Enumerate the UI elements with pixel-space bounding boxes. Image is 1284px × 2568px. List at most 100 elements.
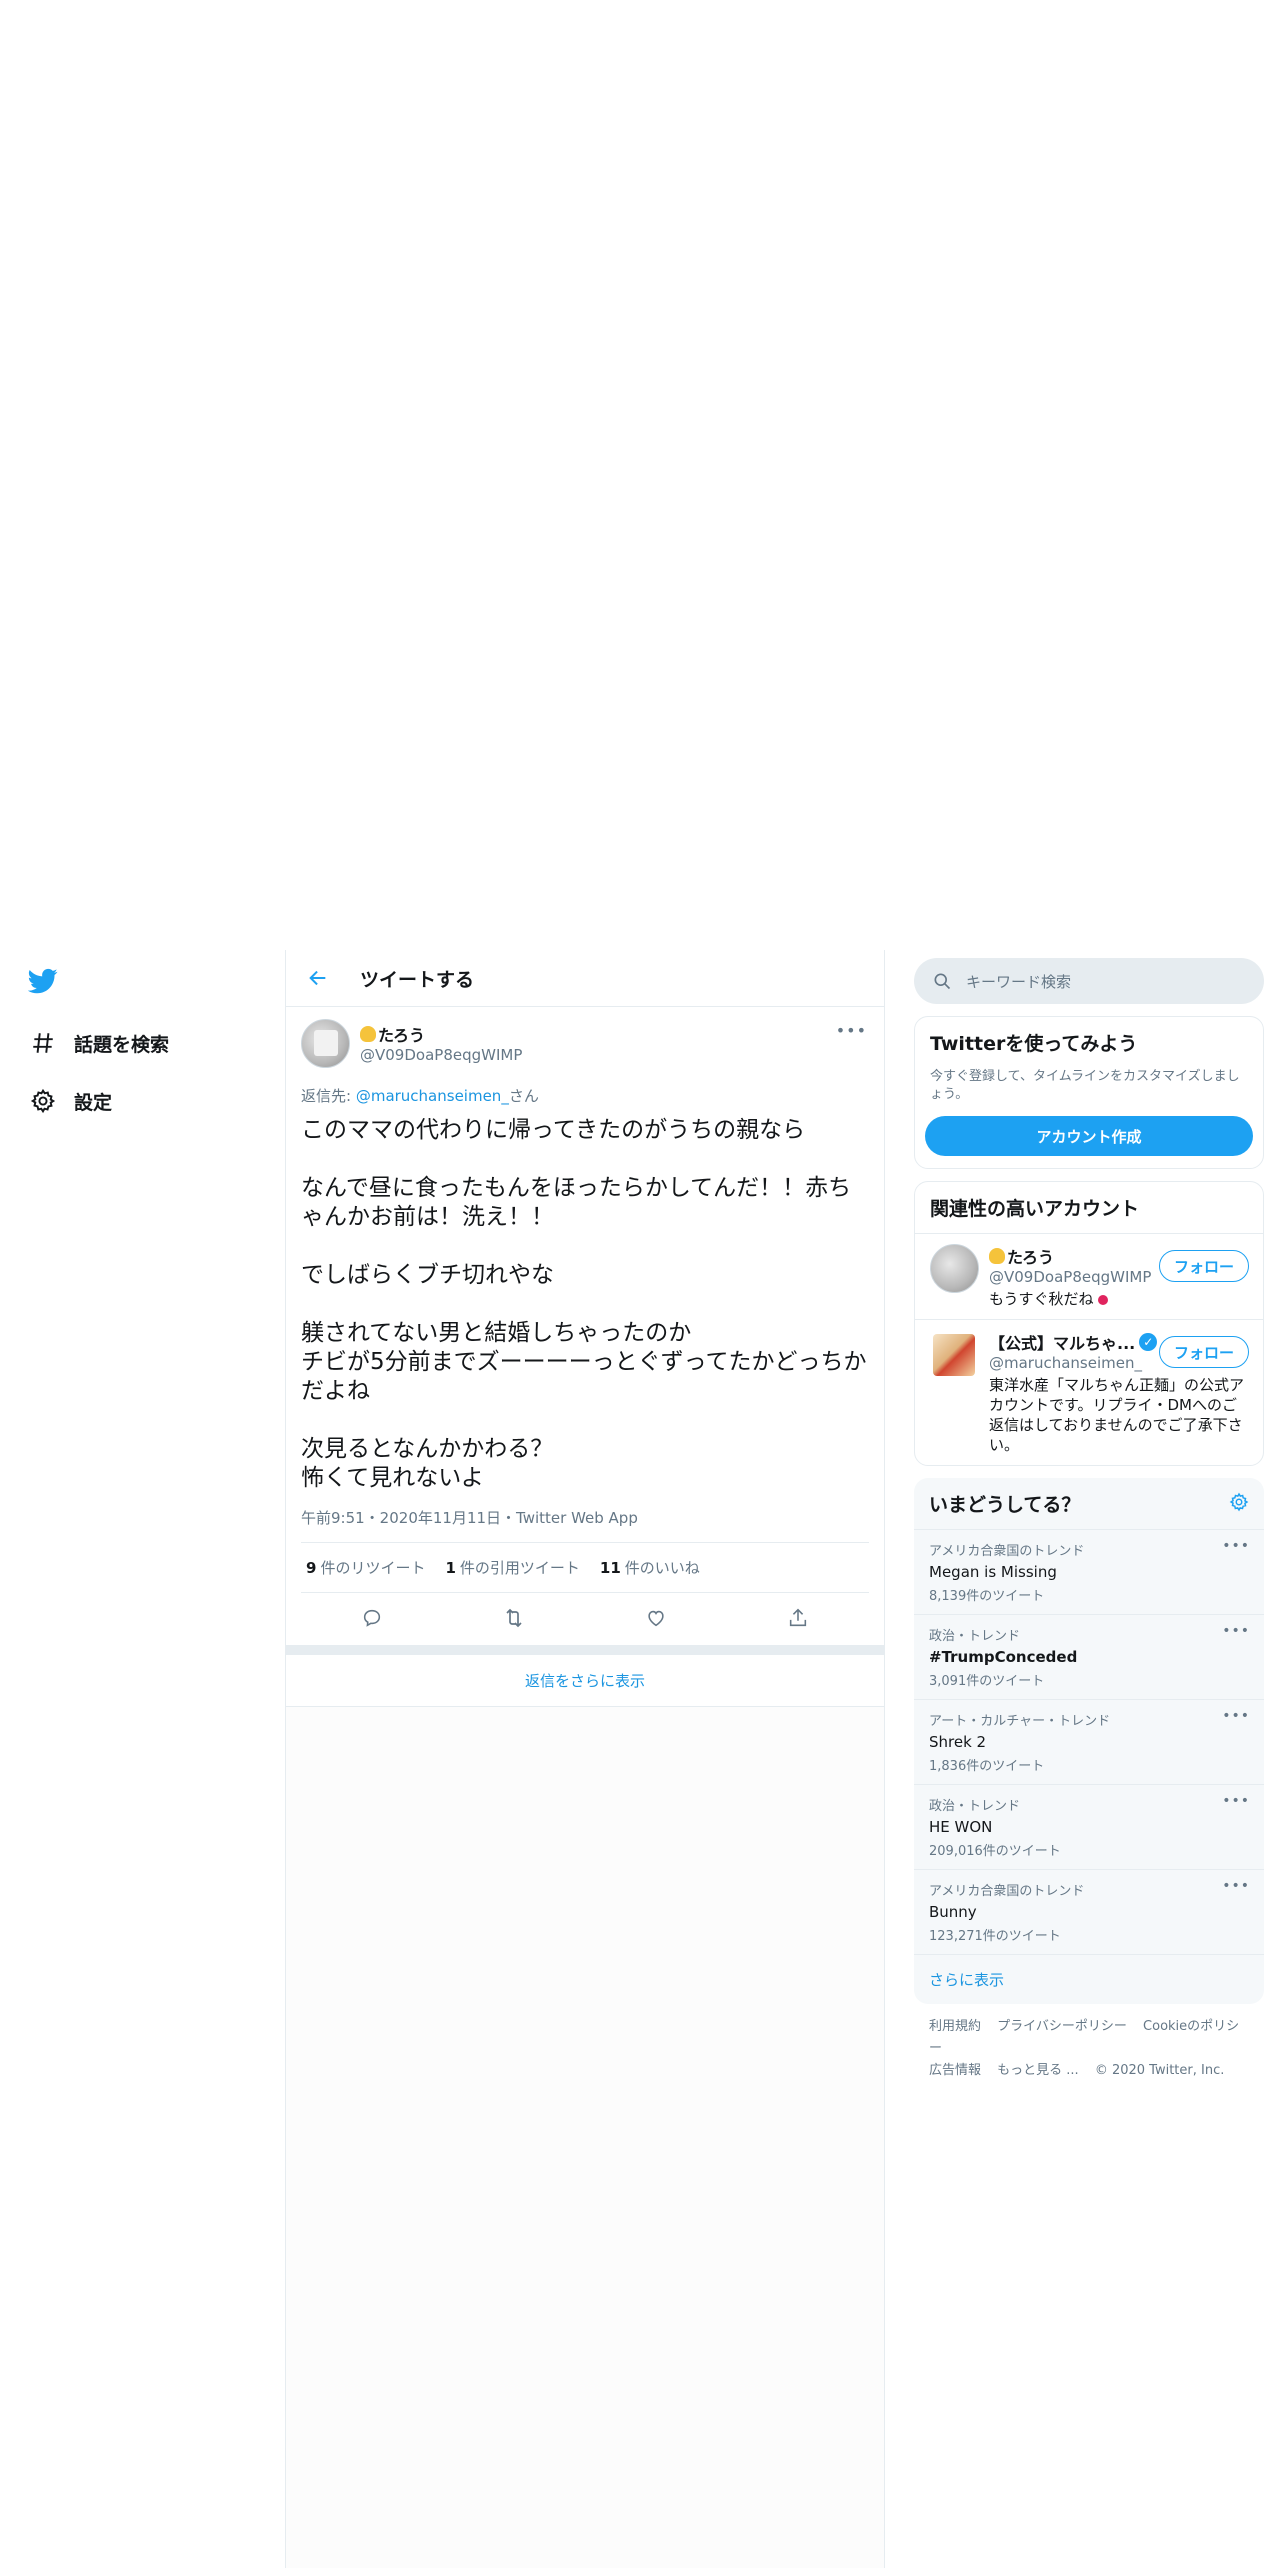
- avatar[interactable]: [933, 1334, 975, 1376]
- page-title: ツイートする: [360, 968, 475, 991]
- author-block: たろう @V09DoaP8eqgWIMP: [360, 1019, 522, 1075]
- privacy-link[interactable]: プライバシーポリシー: [997, 2019, 1127, 2034]
- right-sidebar: キーワード検索 Twitterを使ってみよう 今すぐ登録して、タイムラインをカス…: [914, 950, 1264, 2094]
- trend-item[interactable]: アート・カルチャー・トレンド Shrek 2 1,836件のツイート •••: [914, 1700, 1264, 1785]
- back-arrow-icon[interactable]: [304, 964, 332, 992]
- nav-explore-label: 話題を検索: [74, 1033, 170, 1056]
- like-label: 件のいいね: [624, 1559, 700, 1577]
- trends-card: いまどうしてる？ アメリカ合衆国のトレンド Megan is Missing 8…: [914, 1478, 1264, 2004]
- trend-item[interactable]: アメリカ合衆国のトレンド Bunny 123,271件のツイート •••: [914, 1870, 1264, 1955]
- account-bio-text: もうすぐ秋だね: [989, 1290, 1094, 1308]
- main-column: ツイートする たろう @V09DoaP8eqgWIMP ••• 返信先: @ma…: [285, 950, 885, 2568]
- like-icon[interactable]: [641, 1603, 671, 1633]
- signup-card: Twitterを使ってみよう 今すぐ登録して、タイムラインをカスタマイズしましょ…: [914, 1016, 1264, 1169]
- hand-emoji-icon: [360, 1026, 376, 1042]
- show-more-replies-link[interactable]: 返信をさらに表示: [286, 1655, 884, 1707]
- trend-name: Bunny: [929, 1903, 977, 1921]
- retweet-label: 件のリツイート: [320, 1559, 426, 1577]
- terms-link[interactable]: 利用規約: [929, 2019, 981, 2034]
- trend-name: #TrumpConceded: [929, 1648, 1078, 1666]
- more-options-icon[interactable]: •••: [836, 1021, 867, 1040]
- related-accounts-title: 関連性の高いアカウント: [930, 1198, 1140, 1220]
- retweet-icon[interactable]: [499, 1603, 529, 1633]
- footer-links: 利用規約 プライバシーポリシー Cookieのポリシー 広告情報 もっと見る .…: [914, 2004, 1264, 2094]
- app-root: 話題を検索 設定 ツイートする たろう @V09DoaP8eqgWIMP •••…: [0, 950, 1284, 2568]
- avatar[interactable]: [930, 1244, 979, 1293]
- search-icon: [932, 971, 952, 991]
- tweet-actions: [301, 1593, 869, 1645]
- more-options-icon[interactable]: •••: [1222, 1878, 1250, 1894]
- more-options-icon[interactable]: •••: [1222, 1793, 1250, 1809]
- trend-count: 1,836件のツイート: [929, 1759, 1045, 1774]
- share-icon[interactable]: [783, 1603, 813, 1633]
- ads-info-link[interactable]: 広告情報: [929, 2063, 981, 2078]
- trend-context: アート・カルチャー・トレンド: [929, 1714, 1111, 1729]
- gear-icon: [28, 1086, 58, 1116]
- like-count: 11: [599, 1559, 621, 1577]
- like-stat[interactable]: 11 件のいいね: [600, 1557, 700, 1578]
- quote-label: 件の引用ツイート: [459, 1559, 580, 1577]
- column-header: ツイートする: [286, 950, 884, 1007]
- tweet-timestamp[interactable]: 午前9:51・2020年11月11日・Twitter Web App: [301, 1507, 869, 1543]
- trends-header: いまどうしてる？: [914, 1478, 1264, 1530]
- trend-context: 政治・トレンド: [929, 1799, 1021, 1814]
- trend-count: 8,139件のツイート: [929, 1589, 1045, 1604]
- follow-button[interactable]: フォロー: [1158, 1336, 1249, 1368]
- twitter-bird-icon[interactable]: [27, 966, 62, 1000]
- trends-title: いまどうしてる？: [929, 1494, 1081, 1516]
- trend-item[interactable]: 政治・トレンド HE WON 209,016件のツイート •••: [914, 1785, 1264, 1870]
- trend-item[interactable]: アメリカ合衆国のトレンド Megan is Missing 8,139件のツイー…: [914, 1530, 1264, 1615]
- more-link[interactable]: もっと見る ...: [997, 2063, 1079, 2078]
- more-options-icon[interactable]: •••: [1222, 1708, 1250, 1724]
- author-name[interactable]: たろう: [360, 1022, 522, 1046]
- retweet-stat[interactable]: 9 件のリツイート: [306, 1557, 425, 1578]
- tweet-text: このママの代わりに帰ってきたのがうちの親なら なんで昼に食ったもんをほったらかし…: [301, 1117, 867, 1491]
- trend-context: アメリカ合衆国のトレンド: [929, 1884, 1085, 1899]
- trend-name: Megan is Missing: [929, 1563, 1057, 1581]
- show-more-trends-link[interactable]: さらに表示: [914, 1955, 1264, 2004]
- trend-name: Shrek 2: [929, 1733, 987, 1751]
- author-display-name: たろう: [378, 1026, 426, 1045]
- trend-count: 3,091件のツイート: [929, 1674, 1045, 1689]
- nav-settings-label: 設定: [74, 1091, 113, 1114]
- copyright: © 2020 Twitter, Inc.: [1094, 2063, 1225, 2078]
- reply-to-mention[interactable]: @maruchanseimen_: [356, 1087, 509, 1105]
- japan-flag-icon: [1097, 1294, 1108, 1305]
- trend-context: 政治・トレンド: [929, 1629, 1021, 1644]
- account-display-name: たろう: [1007, 1248, 1055, 1267]
- hashtag-icon: [28, 1028, 58, 1058]
- reply-to-suffix: さん: [508, 1087, 539, 1105]
- trend-name: HE WON: [929, 1818, 993, 1836]
- quote-stat[interactable]: 1 件の引用ツイート: [445, 1557, 579, 1578]
- related-account[interactable]: たろう @V09DoaP8eqgWIMP もうすぐ秋だね フォロー: [915, 1233, 1263, 1319]
- related-account[interactable]: 【公式】マルちゃ... ✓ @maruchanseimen_ 東洋水産「マルちゃ…: [915, 1319, 1263, 1465]
- follow-button[interactable]: フォロー: [1158, 1250, 1249, 1282]
- signup-card-subtitle: 今すぐ登録して、タイムラインをカスタマイズしましょう。: [930, 1069, 1240, 1102]
- search-box[interactable]: キーワード検索: [914, 958, 1264, 1004]
- trend-count: 123,271件のツイート: [929, 1929, 1061, 1944]
- trend-context: アメリカ合衆国のトレンド: [929, 1544, 1085, 1559]
- quote-count: 1: [445, 1559, 456, 1577]
- avatar[interactable]: [301, 1019, 350, 1068]
- tweet-header: たろう @V09DoaP8eqgWIMP •••: [301, 1019, 869, 1075]
- verified-badge-icon: ✓: [1139, 1333, 1158, 1351]
- more-options-icon[interactable]: •••: [1222, 1623, 1250, 1639]
- related-accounts-card: 関連性の高いアカウント たろう @V09DoaP8eqgWIMP もうすぐ秋だね…: [914, 1181, 1264, 1466]
- create-account-button[interactable]: アカウント作成: [925, 1116, 1253, 1156]
- more-options-icon[interactable]: •••: [1222, 1538, 1250, 1554]
- hand-emoji-icon: [989, 1248, 1005, 1264]
- author-handle[interactable]: @V09DoaP8eqgWIMP: [360, 1046, 522, 1064]
- account-bio: もうすぐ秋だね: [989, 1289, 1248, 1309]
- nav-explore[interactable]: 話題を検索: [28, 1023, 169, 1063]
- reply-to-prefix: 返信先:: [301, 1087, 356, 1105]
- nav-settings[interactable]: 設定: [28, 1081, 112, 1121]
- trend-count: 209,016件のツイート: [929, 1844, 1061, 1859]
- divider: [286, 1645, 884, 1655]
- reply-to-line: 返信先: @maruchanseimen_さん: [301, 1085, 869, 1106]
- tweet-stats: 9 件のリツイート 1 件の引用ツイート 11 件のいいね: [301, 1543, 869, 1593]
- reply-icon[interactable]: [357, 1603, 387, 1633]
- gear-icon[interactable]: [1229, 1492, 1249, 1516]
- trend-item[interactable]: 政治・トレンド #TrumpConceded 3,091件のツイート •••: [914, 1615, 1264, 1700]
- search-placeholder: キーワード検索: [966, 972, 1072, 991]
- signup-card-title: Twitterを使ってみよう: [930, 1033, 1138, 1055]
